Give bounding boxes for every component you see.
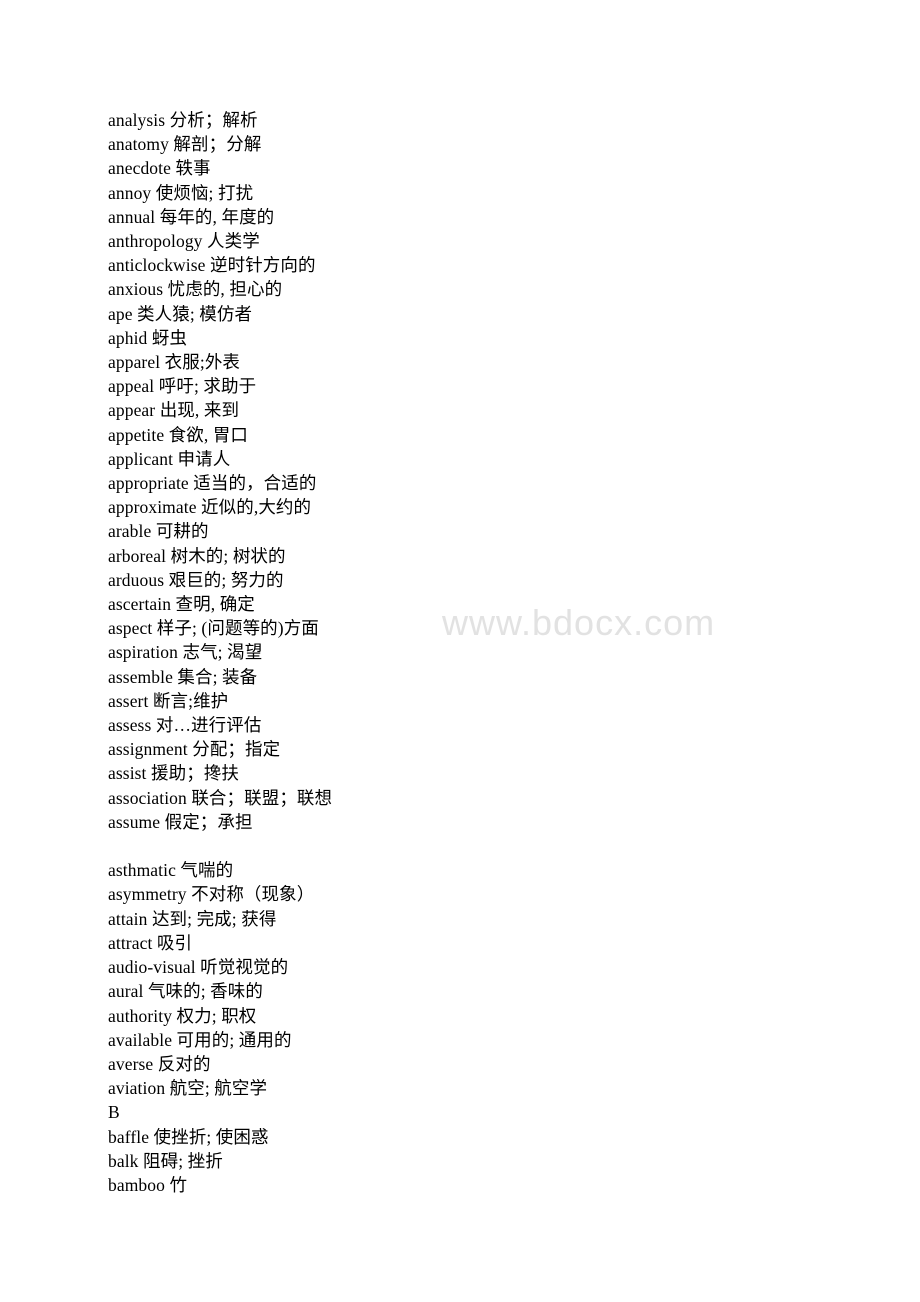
vocabulary-entry: available 可用的; 通用的 <box>108 1029 292 1050</box>
vocabulary-entry: aural 气味的; 香味的 <box>108 981 263 1002</box>
vocabulary-entry: approximate 近似的,大约的 <box>108 497 312 518</box>
vocabulary-entry: analysis 分析；解析 <box>108 110 258 130</box>
vocabulary-entry: annual 每年的, 年度的 <box>108 206 275 227</box>
vocabulary-entry: aviation 航空; 航空学 <box>108 1078 268 1099</box>
vocabulary-entry: anticlockwise 逆时针方向的 <box>108 255 316 276</box>
vocabulary-entry: arable 可耕的 <box>108 521 209 542</box>
vocabulary-entry: assignment 分配；指定 <box>108 739 281 760</box>
vocabulary-entry: assess 对…进行评估 <box>108 715 262 736</box>
vocabulary-entry: ape 类人猿; 模仿者 <box>108 303 253 324</box>
vocabulary-entry: balk 阻碍; 挫折 <box>108 1150 223 1171</box>
vocabulary-entry: apparel 衣服;外表 <box>108 352 241 373</box>
vocabulary-entry: anthropology 人类学 <box>108 231 260 252</box>
vocabulary-entry: averse 反对的 <box>108 1053 211 1074</box>
vocabulary-entry: audio-visual 听觉视觉的 <box>108 957 289 978</box>
vocabulary-entry: baffle 使挫折; 使困惑 <box>108 1126 269 1147</box>
vocabulary-entry: attract 吸引 <box>108 932 193 953</box>
vocabulary-entry: aspiration 志气; 渴望 <box>108 642 263 663</box>
vocabulary-entry: asthmatic 气喘的 <box>108 860 234 881</box>
vocabulary-entry: appetite 食欲, 胃口 <box>108 424 249 445</box>
vocabulary-entry: appeal 呼吁; 求助于 <box>108 376 257 397</box>
vocabulary-entry: assemble 集合; 装备 <box>108 666 258 687</box>
vocabulary-entry: association 联合；联盟；联想 <box>108 787 333 808</box>
vocabulary-entry: assist 援助；搀扶 <box>108 763 239 784</box>
document-page: www.bdocx.com analysis 分析；解析 anatomy 解剖；分… <box>0 0 920 1302</box>
vocabulary-entry: arboreal 树木的; 树状的 <box>108 545 286 566</box>
vocabulary-entry: authority 权力; 职权 <box>108 1005 257 1026</box>
vocabulary-entry: aspect 样子; (问题等的)方面 <box>108 618 319 639</box>
vocabulary-entry: arduous 艰巨的; 努力的 <box>108 569 284 590</box>
vocabulary-entry: anecdote 轶事 <box>108 158 211 179</box>
vocabulary-entry: annoy 使烦恼; 打扰 <box>108 182 254 203</box>
vocabulary-entry: appear 出现, 来到 <box>108 400 240 421</box>
vocabulary-entry: ascertain 查明, 确定 <box>108 594 255 615</box>
vocabulary-entry: bamboo 竹 <box>108 1174 188 1195</box>
vocabulary-list: analysis 分析；解析 anatomy 解剖；分解 anecdote 轶事 an… <box>108 108 808 1197</box>
vocabulary-entry: assert 断言;维护 <box>108 690 229 711</box>
vocabulary-entry: appropriate 适当的，合适的 <box>108 473 317 494</box>
vocabulary-entry: aphid 蚜虫 <box>108 327 188 348</box>
vocabulary-entry: anatomy 解剖；分解 <box>108 134 262 155</box>
vocabulary-entry: anxious 忧虑的, 担心的 <box>108 279 283 300</box>
vocabulary-entry: attain 达到; 完成; 获得 <box>108 908 277 929</box>
vocabulary-entry: assume 假定；承担 <box>108 811 253 832</box>
vocabulary-entry: applicant 申请人 <box>108 448 231 469</box>
vocabulary-entry: asymmetry 不对称（现象） <box>108 884 315 905</box>
vocabulary-entry: B <box>108 1102 120 1123</box>
